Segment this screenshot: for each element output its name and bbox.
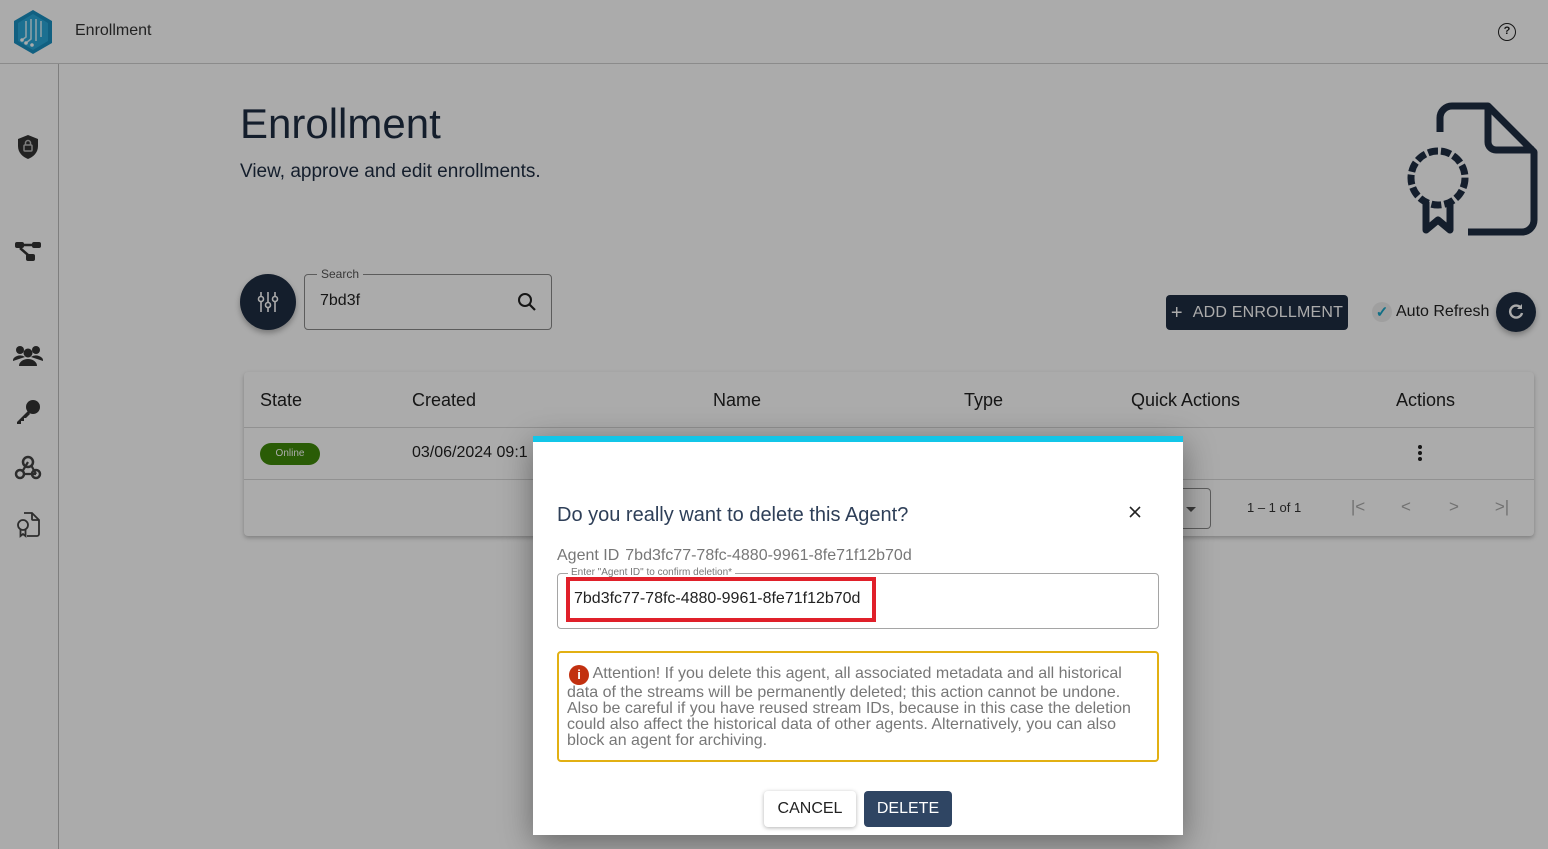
info-icon: i: [569, 665, 589, 685]
agent-id-label: Agent ID: [557, 547, 620, 564]
dialog-title: Do you really want to delete this Agent?: [557, 504, 909, 526]
cancel-button[interactable]: CANCEL: [764, 791, 856, 827]
close-button[interactable]: [1125, 502, 1145, 522]
agent-id-info: Agent ID 7bd3fc77-78fc-4880-9961-8fe71f12…: [557, 547, 912, 565]
agent-id-value: 7bd3fc77-78fc-4880-9961-8fe71f12b70d: [625, 547, 912, 564]
delete-agent-dialog: Do you really want to delete this Agent?…: [533, 436, 1183, 835]
warning-text: Attention! If you delete this agent, all…: [567, 665, 1131, 749]
warning-box: i Attention! If you delete this agent, a…: [557, 651, 1159, 762]
confirm-agent-id-input[interactable]: Enter "Agent ID" to confirm deletion* 7b…: [557, 567, 1159, 629]
close-icon: [1129, 506, 1141, 518]
dialog-accent-bar: [533, 436, 1183, 442]
annotation-highlight-box: [566, 577, 876, 622]
delete-button[interactable]: DELETE: [864, 791, 952, 827]
